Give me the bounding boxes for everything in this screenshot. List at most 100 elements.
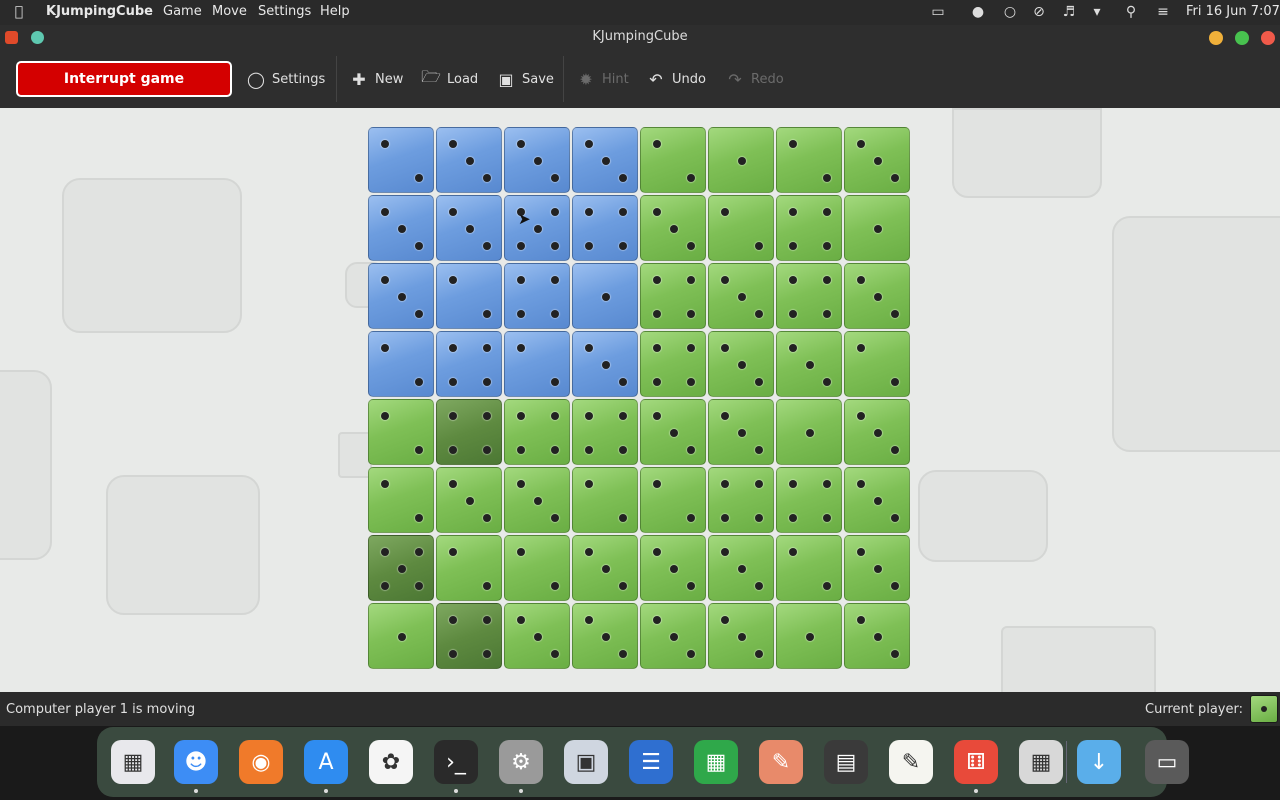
finder-icon[interactable]: ☻ (174, 740, 218, 784)
cube-r7-c4[interactable] (640, 603, 706, 669)
cube-r2-c4[interactable] (640, 263, 706, 329)
cube-r2-c3[interactable] (572, 263, 638, 329)
cube-r3-c1[interactable] (436, 331, 502, 397)
menu-game[interactable]: Game (163, 4, 202, 19)
maximize-button[interactable] (1235, 31, 1249, 45)
cube-r3-c6[interactable] (776, 331, 842, 397)
cube-r6-c4[interactable] (640, 535, 706, 601)
calculator-icon[interactable]: ▦ (1019, 740, 1063, 784)
volume-icon[interactable]: ♬ (1059, 3, 1079, 21)
cube-r0-c1[interactable] (436, 127, 502, 193)
cube-r7-c7[interactable] (844, 603, 910, 669)
launchpad-icon[interactable]: ▦ (111, 740, 155, 784)
clock[interactable]: Fri 16 Jun 7:07 (1186, 4, 1280, 19)
cube-r0-c5[interactable] (708, 127, 774, 193)
cube-r6-c5[interactable] (708, 535, 774, 601)
cube-r4-c4[interactable] (640, 399, 706, 465)
cube-r2-c7[interactable] (844, 263, 910, 329)
cube-r1-c3[interactable] (572, 195, 638, 261)
cube-r4-c5[interactable] (708, 399, 774, 465)
cube-r5-c7[interactable] (844, 467, 910, 533)
cube-r7-c1[interactable] (436, 603, 502, 669)
accounts-icon[interactable]: ○ (1000, 3, 1020, 21)
close-button[interactable] (1261, 31, 1275, 45)
search-icon[interactable]: ⚲ (1121, 3, 1141, 21)
cube-r1-c1[interactable] (436, 195, 502, 261)
minimize-button[interactable] (1209, 31, 1223, 45)
dice-game-icon[interactable]: ⚅ (954, 740, 998, 784)
screenshot-icon[interactable]: ▣ (564, 740, 608, 784)
cube-r1-c7[interactable] (844, 195, 910, 261)
cube-r6-c1[interactable] (436, 535, 502, 601)
downloads-folder-icon[interactable]: ↓ (1077, 740, 1121, 784)
media-player-icon[interactable]: ▤ (824, 740, 868, 784)
cube-r7-c5[interactable] (708, 603, 774, 669)
photos-icon[interactable]: ✿ (369, 740, 413, 784)
spreadsheet-icon[interactable]: ▦ (694, 740, 738, 784)
cube-r3-c0[interactable] (368, 331, 434, 397)
cube-r7-c6[interactable] (776, 603, 842, 669)
app-name-menu[interactable]: KJumpingCube (46, 4, 153, 19)
menu-settings[interactable]: Settings (258, 4, 311, 19)
dropdown-arrow-icon[interactable]: ▾ (1087, 3, 1107, 21)
cube-r4-c0[interactable] (368, 399, 434, 465)
cube-r3-c2[interactable] (504, 331, 570, 397)
cube-r0-c2[interactable] (504, 127, 570, 193)
cube-r2-c6[interactable] (776, 263, 842, 329)
control-center-icon[interactable]: ≡ (1153, 3, 1173, 21)
hint-button[interactable]: ✹ Hint (576, 68, 628, 90)
system-settings-icon[interactable]: ⚙ (499, 740, 543, 784)
cube-r1-c0[interactable] (368, 195, 434, 261)
settings-button[interactable]: ◯ Settings (246, 68, 325, 90)
cube-r0-c0[interactable] (368, 127, 434, 193)
cube-r3-c5[interactable] (708, 331, 774, 397)
menu-help[interactable]: Help (320, 4, 350, 19)
cube-r3-c7[interactable] (844, 331, 910, 397)
cube-r4-c3[interactable] (572, 399, 638, 465)
cube-r5-c3[interactable] (572, 467, 638, 533)
terminal-icon[interactable]: ›_ (434, 740, 478, 784)
cube-r4-c2[interactable] (504, 399, 570, 465)
new-game-button[interactable]: ✚ New (349, 68, 403, 90)
cube-r6-c6[interactable] (776, 535, 842, 601)
cube-r2-c2[interactable] (504, 263, 570, 329)
text-editor-icon[interactable]: ☰ (629, 740, 673, 784)
cube-r1-c4[interactable] (640, 195, 706, 261)
cube-r5-c5[interactable] (708, 467, 774, 533)
cube-r5-c4[interactable] (640, 467, 706, 533)
cube-r4-c7[interactable] (844, 399, 910, 465)
cube-r5-c0[interactable] (368, 467, 434, 533)
user-icon[interactable]: ● (968, 3, 988, 21)
cube-r1-c6[interactable] (776, 195, 842, 261)
cube-r0-c3[interactable] (572, 127, 638, 193)
trash-icon[interactable]: ▭ (1145, 740, 1189, 784)
drawing-icon[interactable]: ✎ (759, 740, 803, 784)
interrupt-game-button[interactable]: Interrupt game (16, 61, 232, 97)
apple-menu-icon[interactable]:  (9, 3, 29, 21)
firefox-icon[interactable]: ◉ (239, 740, 283, 784)
cube-r3-c3[interactable] (572, 331, 638, 397)
cube-r2-c5[interactable] (708, 263, 774, 329)
undo-button[interactable]: ↶ Undo (646, 68, 706, 90)
menu-move[interactable]: Move (212, 4, 247, 19)
load-button[interactable]: 🗁 Load (421, 67, 478, 90)
app-store-icon[interactable]: A (304, 740, 348, 784)
cube-r5-c1[interactable] (436, 467, 502, 533)
cube-r7-c2[interactable] (504, 603, 570, 669)
cube-r7-c3[interactable] (572, 603, 638, 669)
cube-r2-c1[interactable] (436, 263, 502, 329)
notes-icon[interactable]: ✎ (889, 740, 933, 784)
notifications-off-icon[interactable]: ⊘ (1029, 3, 1049, 21)
cube-r0-c4[interactable] (640, 127, 706, 193)
battery-icon[interactable]: ▭ (928, 3, 948, 21)
cube-r5-c6[interactable] (776, 467, 842, 533)
cube-r1-c2[interactable] (504, 195, 570, 261)
cube-r6-c7[interactable] (844, 535, 910, 601)
cube-r5-c2[interactable] (504, 467, 570, 533)
cube-r6-c2[interactable] (504, 535, 570, 601)
save-button[interactable]: ▣ Save (496, 68, 553, 90)
cube-r1-c5[interactable] (708, 195, 774, 261)
cube-r0-c6[interactable] (776, 127, 842, 193)
cube-r2-c0[interactable] (368, 263, 434, 329)
cube-r0-c7[interactable] (844, 127, 910, 193)
